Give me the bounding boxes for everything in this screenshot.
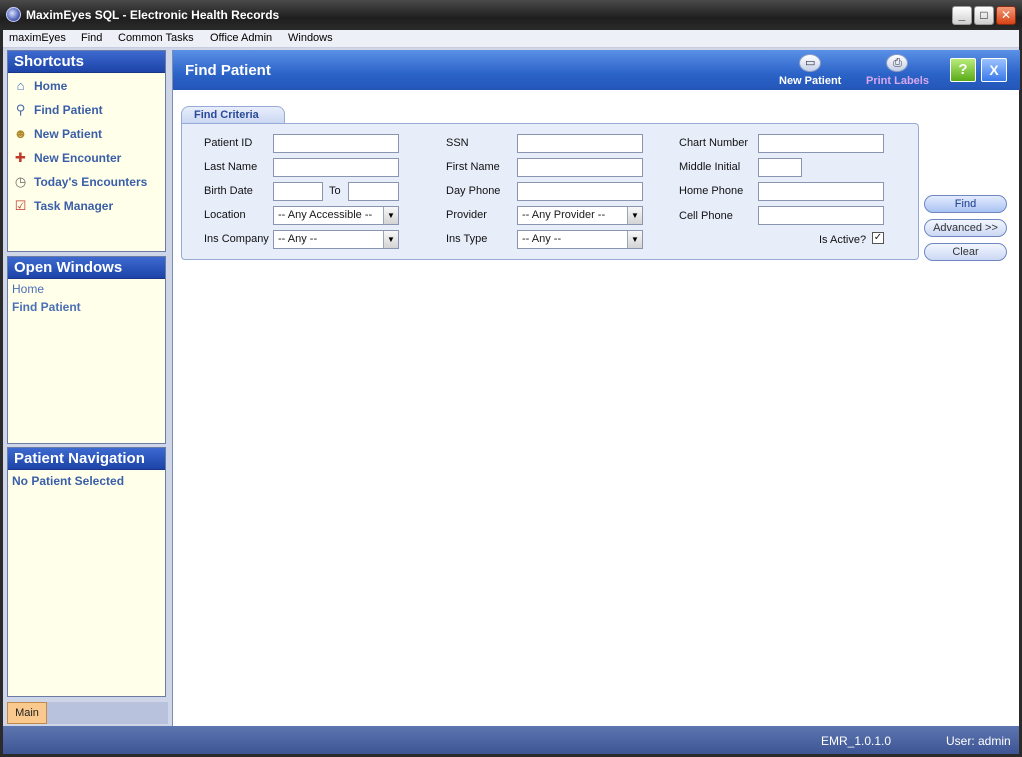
advanced-button[interactable]: Advanced >> [924, 219, 1007, 237]
cell-phone-label: Cell Phone [679, 210, 733, 222]
clear-button[interactable]: Clear [924, 243, 1007, 261]
checklist-icon: ☑ [14, 198, 27, 213]
tab-main[interactable]: Main [7, 702, 47, 724]
client-area: Shortcuts ⌂ Home ⚲ Find Patient ☻ New Pa… [3, 48, 1020, 726]
find-patient-window: Find Patient ▭ New Patient ⎙ Print Label… [172, 50, 1020, 726]
ssn-label: SSN [446, 137, 469, 149]
middle-initial-input[interactable] [758, 158, 802, 177]
find-button[interactable]: Find [924, 195, 1007, 213]
patient-id-label: Patient ID [204, 137, 253, 149]
birth-date-label: Birth Date [204, 185, 253, 197]
version-text: EMR_1.0.1.0 [821, 734, 892, 748]
ins-company-label: Ins Company [204, 233, 269, 245]
shortcut-todays-encounters[interactable]: ◷ Today's Encounters [8, 170, 165, 194]
patient-id-input[interactable] [273, 134, 399, 153]
menu-maximeyes[interactable]: maximEyes [9, 32, 66, 44]
print-labels-button[interactable]: ⎙ Print Labels [866, 54, 929, 87]
menu-windows[interactable]: Windows [288, 32, 333, 44]
chevron-down-icon: ▼ [627, 207, 642, 224]
ins-type-label: Ins Type [446, 233, 488, 245]
is-active-checkbox[interactable]: ✓ [872, 232, 884, 244]
people-icon: ☻ [13, 126, 28, 141]
shortcut-new-patient[interactable]: ☻ New Patient [8, 122, 165, 146]
is-active-label: Is Active? [819, 234, 867, 246]
first-name-input[interactable] [517, 158, 643, 177]
chevron-down-icon: ▼ [383, 231, 398, 248]
bottom-tab-strip: Main [7, 702, 168, 724]
new-document-icon: ▭ [799, 54, 822, 72]
app-logo-icon [6, 7, 21, 22]
help-button[interactable]: ? [950, 58, 976, 82]
window-title: MaximEyes SQL - Electronic Health Record… [26, 8, 280, 22]
last-name-label: Last Name [204, 161, 258, 173]
home-icon: ⌂ [16, 78, 25, 93]
ins-company-select[interactable]: -- Any -- ▼ [273, 230, 399, 249]
shortcuts-title: Shortcuts [8, 51, 165, 73]
page-title: Find Patient [185, 62, 271, 79]
menu-common-tasks[interactable]: Common Tasks [118, 32, 194, 44]
encounter-icon: ✚ [15, 150, 26, 165]
home-phone-label: Home Phone [679, 185, 744, 197]
magnifier-icon: ⚲ [15, 102, 26, 117]
provider-label: Provider [446, 209, 487, 221]
birth-date-to-label: To [329, 185, 341, 197]
close-window-button[interactable]: ✕ [996, 6, 1016, 25]
minimize-button[interactable]: _ [952, 6, 972, 25]
patient-navigation-title: Patient Navigation [8, 448, 165, 470]
ins-type-select[interactable]: -- Any -- ▼ [517, 230, 643, 249]
shortcuts-panel: Shortcuts ⌂ Home ⚲ Find Patient ☻ New Pa… [7, 50, 166, 252]
open-window-find-patient[interactable]: Find Patient [8, 298, 165, 316]
chevron-down-icon: ▼ [627, 231, 642, 248]
patient-navigation-panel: Patient Navigation No Patient Selected [7, 447, 166, 697]
shortcut-home[interactable]: ⌂ Home [8, 74, 165, 98]
shortcut-task-manager[interactable]: ☑ Task Manager [8, 194, 165, 218]
middle-initial-label: Middle Initial [679, 161, 741, 173]
menu-bar: maximEyes Find Common Tasks Office Admin… [3, 30, 1019, 48]
home-phone-input[interactable] [758, 182, 884, 201]
chart-number-label: Chart Number [679, 137, 749, 149]
provider-select[interactable]: -- Any Provider -- ▼ [517, 206, 643, 225]
last-name-input[interactable] [273, 158, 399, 177]
new-patient-button[interactable]: ▭ New Patient [779, 54, 841, 87]
no-patient-text: No Patient Selected [12, 474, 125, 488]
open-window-home[interactable]: Home [8, 280, 165, 298]
find-criteria-tab[interactable]: Find Criteria [181, 106, 285, 124]
clock-icon: ◷ [14, 174, 27, 189]
shortcut-new-encounter[interactable]: ✚ New Encounter [8, 146, 165, 170]
chart-number-input[interactable] [758, 134, 884, 153]
day-phone-input[interactable] [517, 182, 643, 201]
user-text: User: admin [946, 734, 1011, 748]
menu-office-admin[interactable]: Office Admin [210, 32, 272, 44]
status-bar: EMR_1.0.1.0 User: admin [3, 726, 1019, 754]
chevron-down-icon: ▼ [383, 207, 398, 224]
open-windows-panel: Open Windows Home Find Patient [7, 256, 166, 444]
cell-phone-input[interactable] [758, 206, 884, 225]
maximize-button[interactable]: □ [974, 6, 994, 25]
printer-icon: ⎙ [886, 54, 909, 72]
open-windows-title: Open Windows [8, 257, 165, 279]
shortcut-find-patient[interactable]: ⚲ Find Patient [8, 98, 165, 122]
find-criteria-box: Patient ID Last Name Birth Date To Locat… [181, 123, 919, 260]
main-header: Find Patient ▭ New Patient ⎙ Print Label… [173, 50, 1020, 90]
first-name-label: First Name [446, 161, 500, 173]
menu-find[interactable]: Find [81, 32, 102, 44]
title-bar: MaximEyes SQL - Electronic Health Record… [0, 0, 1022, 30]
location-select[interactable]: -- Any Accessible -- ▼ [273, 206, 399, 225]
birth-date-from-input[interactable] [273, 182, 323, 201]
ssn-input[interactable] [517, 134, 643, 153]
location-label: Location [204, 209, 246, 221]
close-page-button[interactable]: X [981, 58, 1007, 82]
day-phone-label: Day Phone [446, 185, 501, 197]
birth-date-to-input[interactable] [348, 182, 399, 201]
